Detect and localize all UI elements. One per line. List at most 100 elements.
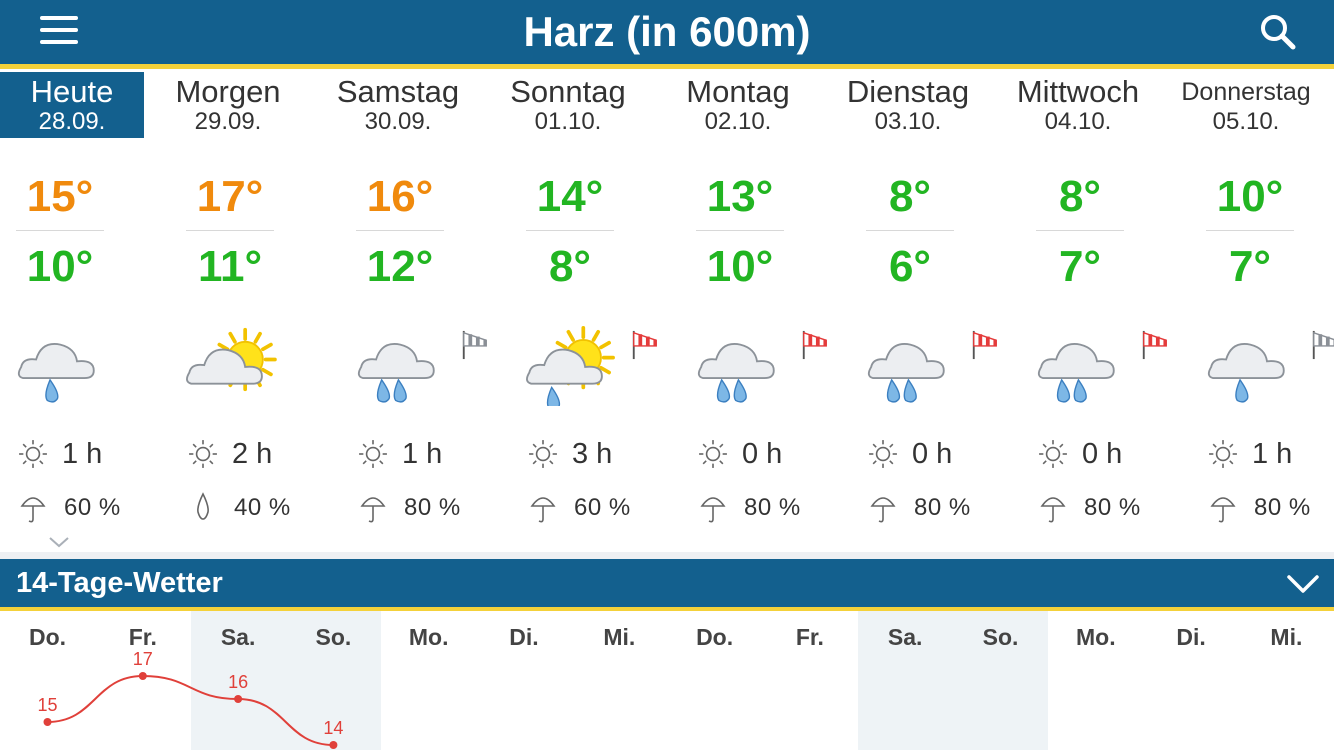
temp-min: 11° [197, 242, 263, 291]
day-tab[interactable]: Montag 02.10. [668, 72, 808, 138]
fourteen-day-header[interactable]: 14-Tage-Wetter [0, 559, 1334, 611]
rain-probability: 80 % [404, 494, 461, 521]
temp-max: 8° [888, 172, 932, 221]
day-date: 28.09. [38, 108, 106, 135]
weather-heavy-rain-cloud-icon [867, 343, 945, 403]
temp-max: 15° [26, 172, 94, 221]
umbrella-icon [1040, 497, 1066, 523]
day-name: Montag [686, 74, 790, 109]
weather-sun-cloud-icon [186, 327, 277, 392]
rain-probability: 80 % [1254, 494, 1311, 521]
sun-icon [19, 440, 47, 468]
temperature-point [43, 718, 52, 726]
temp-divider [1206, 230, 1294, 231]
temp-max: 17° [196, 172, 264, 221]
temp-divider [16, 230, 104, 231]
chevron-down-icon[interactable] [1286, 571, 1320, 597]
rain-probability: 80 % [744, 494, 801, 521]
sunshine-hours: 0 h [1082, 437, 1123, 470]
app-header: Harz (in 600m) [0, 0, 1334, 69]
weather-heavy-rain-cloud-icon [1037, 343, 1115, 403]
temperature-label: 14 [323, 718, 343, 738]
temp-max: 13° [706, 172, 774, 221]
day-column: Montag 02.10. 13° 10° 0 h 80 % [680, 72, 850, 552]
rain-row: 80 % [698, 490, 801, 526]
sunshine-row: 3 h [528, 434, 612, 474]
umbrella-icon [1210, 497, 1236, 523]
day-tab[interactable]: Dienstag 03.10. [838, 72, 978, 138]
weather-heavy-rain-cloud-icon [697, 343, 775, 403]
day-column: Morgen 29.09. 17° 11° 2 h 40 % [170, 72, 340, 552]
day-tab[interactable]: Heute 28.09. [0, 72, 144, 138]
temp-min: 7° [1058, 242, 1102, 291]
sunshine-row: 1 h [18, 434, 102, 474]
sunshine-row: 0 h [868, 434, 952, 474]
temperature-label: 17 [133, 649, 153, 669]
temp-max: 16° [366, 172, 434, 221]
temperature-label: 15 [37, 695, 57, 715]
day-tab[interactable]: Sonntag 01.10. [498, 72, 638, 138]
temp-min: 6° [888, 242, 932, 291]
temp-min: 10° [706, 242, 774, 291]
sun-icon [359, 440, 387, 468]
day-tab[interactable]: Donnerstag 05.10. [1176, 72, 1316, 138]
sunshine-hours: 3 h [572, 437, 613, 470]
rain-row: 40 % [188, 490, 291, 526]
rain-probability: 60 % [574, 494, 631, 521]
day-name: Mittwoch [1016, 74, 1140, 109]
temp-divider [696, 230, 784, 231]
temp-divider [186, 230, 274, 231]
chevron-down-icon[interactable] [48, 535, 70, 549]
sun-icon [1039, 440, 1067, 468]
fourteen-day-title: 14-Tage-Wetter [16, 567, 223, 599]
sunshine-hours: 0 h [912, 437, 953, 470]
sunshine-hours: 2 h [232, 437, 273, 470]
sunshine-hours: 1 h [402, 437, 443, 470]
sun-icon [529, 440, 557, 468]
day-date: 29.09. [194, 108, 262, 135]
rain-probability: 40 % [234, 494, 291, 521]
sunshine-hours: 0 h [742, 437, 783, 470]
rain-row: 60 % [528, 490, 631, 526]
wind-flag-icon [1142, 330, 1167, 360]
rain-row: 80 % [1038, 490, 1141, 526]
day-tab[interactable]: Mittwoch 04.10. [1008, 72, 1148, 138]
rain-row: 60 % [18, 490, 121, 526]
day-date: 02.10. [704, 108, 772, 135]
temp-divider [356, 230, 444, 231]
temp-max: 14° [536, 172, 604, 221]
sunshine-hours: 1 h [62, 437, 103, 470]
sunshine-row: 1 h [1208, 434, 1292, 474]
temp-max: 8° [1058, 172, 1102, 221]
sunshine-row: 0 h [1038, 434, 1122, 474]
day-name: Sonntag [510, 74, 626, 109]
search-icon[interactable] [1258, 12, 1298, 52]
day-tab[interactable]: Samstag 30.09. [328, 72, 468, 138]
rain-probability: 80 % [914, 494, 971, 521]
rain-row: 80 % [868, 490, 971, 526]
section-divider [0, 552, 1334, 559]
wind-flag-icon [632, 330, 657, 360]
sun-icon [1209, 440, 1237, 468]
day-tab[interactable]: Morgen 29.09. [158, 72, 298, 138]
day-column: Donnerstag 05.10. 10° 7° 1 h 80 % [1181, 72, 1334, 552]
sunshine-row: 0 h [698, 434, 782, 474]
wind-flag-icon [462, 330, 487, 360]
day-date: 05.10. [1212, 108, 1280, 135]
day-column: Samstag 30.09. 16° 12° 1 h 80 % [337, 72, 510, 552]
day-date: 01.10. [534, 108, 602, 135]
weather-heavy-rain-cloud-icon [357, 343, 435, 403]
temperature-point [329, 741, 338, 749]
weather-rain-cloud-icon [17, 343, 95, 403]
rain-row: 80 % [1208, 490, 1311, 526]
day-column: Mittwoch 04.10. 8° 7° 0 h 80 % [1017, 72, 1190, 552]
sun-icon [699, 440, 727, 468]
sunshine-row: 1 h [358, 434, 442, 474]
temperature-label: 16 [228, 672, 248, 692]
temp-max: 10° [1216, 172, 1284, 221]
day-name: Morgen [175, 74, 281, 109]
temperature-point [138, 672, 147, 680]
umbrella-icon [870, 497, 896, 523]
day-date: 03.10. [874, 108, 942, 135]
rain-probability: 80 % [1084, 494, 1141, 521]
